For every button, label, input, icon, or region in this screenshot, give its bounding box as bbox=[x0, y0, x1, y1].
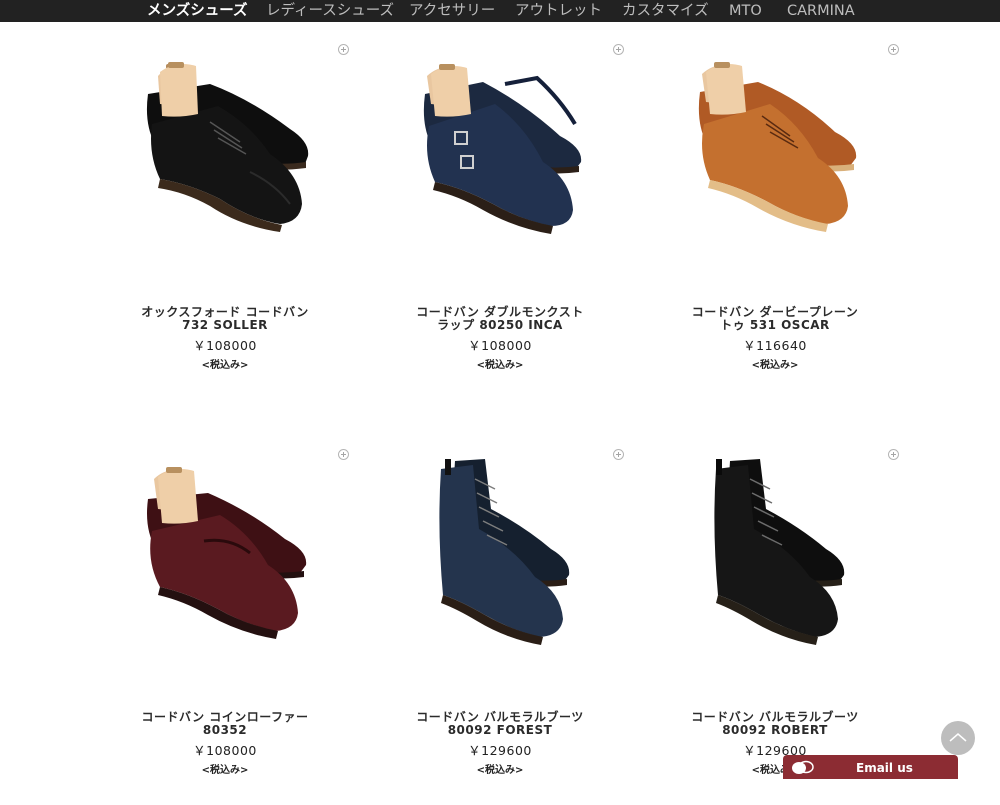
scroll-to-top-button[interactable] bbox=[941, 721, 975, 755]
product-name-line1: コードバン ダービープレーン bbox=[691, 305, 859, 319]
product-name[interactable]: オックスフォード コードバン 732 SOLLER bbox=[100, 306, 350, 332]
tax-included-label: <税込み> bbox=[751, 360, 799, 371]
nav-item-accessories[interactable]: アクセサリー bbox=[409, 2, 495, 20]
nav-item-customize[interactable]: カスタマイズ bbox=[622, 2, 709, 20]
product-name[interactable]: コードバン ダービープレーン トゥ 531 OSCAR bbox=[650, 306, 900, 332]
tax-included-label: <税込み> bbox=[201, 360, 249, 371]
product-name-line2: 732 SOLLER bbox=[182, 318, 268, 332]
product-card[interactable]: コードバン ダブルモンクスト ラップ 80250 INCA ￥108000 <税… bbox=[375, 30, 625, 400]
top-navigation: メンズシューズ レディースシューズ アクセサリー アウトレット カスタマイズ M… bbox=[0, 0, 1000, 22]
product-name-line1: コードバン コインローファー bbox=[141, 710, 309, 724]
chat-bubbles-icon bbox=[792, 760, 814, 774]
product-name-line2: 80092 ROBERT bbox=[722, 723, 828, 737]
tax-included-label: <税込み> bbox=[201, 765, 249, 776]
nav-item-carmina[interactable]: CARMINA bbox=[787, 2, 855, 20]
email-us-button[interactable]: Email us bbox=[783, 755, 958, 779]
nav-item-outlet[interactable]: アウトレット bbox=[515, 2, 602, 20]
product-name-line1: オックスフォード コードバン bbox=[141, 305, 309, 319]
product-card[interactable]: オックスフォード コードバン 732 SOLLER ￥108000 <税込み> bbox=[100, 30, 350, 400]
product-image-boot-forest[interactable] bbox=[375, 449, 625, 659]
chevron-up-icon bbox=[949, 733, 967, 742]
tax-included-label: <税込み> bbox=[476, 360, 524, 371]
product-name-line1: コードバン ダブルモンクスト bbox=[416, 305, 584, 319]
product-name-line2: トゥ 531 OSCAR bbox=[720, 318, 830, 332]
product-image-derby[interactable] bbox=[650, 44, 900, 254]
tax-included-label: <税込み> bbox=[476, 765, 524, 776]
email-us-label: Email us bbox=[856, 761, 913, 775]
product-name-line2: 80092 FOREST bbox=[447, 723, 553, 737]
product-image-boot-robert[interactable] bbox=[650, 449, 900, 659]
product-name-line1: コードバン バルモラルブーツ bbox=[691, 710, 859, 724]
product-price: ￥116640 bbox=[743, 338, 807, 353]
product-card[interactable]: コードバン ダービープレーン トゥ 531 OSCAR ￥116640 <税込み… bbox=[650, 30, 900, 400]
nav-item-mto[interactable]: MTO bbox=[729, 2, 762, 20]
product-name-line1: コードバン バルモラルブーツ bbox=[416, 710, 584, 724]
product-image-oxford[interactable] bbox=[100, 44, 350, 254]
product-name[interactable]: コードバン ダブルモンクスト ラップ 80250 INCA bbox=[375, 306, 625, 332]
product-price: ￥129600 bbox=[468, 743, 532, 758]
product-name-line2: ラップ 80250 INCA bbox=[437, 318, 563, 332]
product-card[interactable]: コードバン コインローファー 80352 ￥108000 <税込み> bbox=[100, 435, 350, 805]
product-image-monk[interactable] bbox=[375, 44, 625, 254]
nav-item-mens-shoes[interactable]: メンズシューズ bbox=[147, 2, 247, 20]
product-price: ￥108000 bbox=[193, 338, 257, 353]
product-name[interactable]: コードバン バルモラルブーツ 80092 FOREST bbox=[375, 711, 625, 737]
product-name[interactable]: コードバン コインローファー 80352 bbox=[100, 711, 350, 737]
nav-item-ladies-shoes[interactable]: レディースシューズ bbox=[266, 2, 394, 20]
product-name[interactable]: コードバン バルモラルブーツ 80092 ROBERT bbox=[650, 711, 900, 737]
product-name-line2: 80352 bbox=[202, 723, 248, 737]
product-image-loafer[interactable] bbox=[100, 449, 350, 659]
product-card[interactable]: コードバン バルモラルブーツ 80092 ROBERT ￥129600 <税込み… bbox=[650, 435, 900, 805]
product-price: ￥108000 bbox=[193, 743, 257, 758]
product-card[interactable]: コードバン バルモラルブーツ 80092 FOREST ￥129600 <税込み… bbox=[375, 435, 625, 805]
product-price: ￥108000 bbox=[468, 338, 532, 353]
